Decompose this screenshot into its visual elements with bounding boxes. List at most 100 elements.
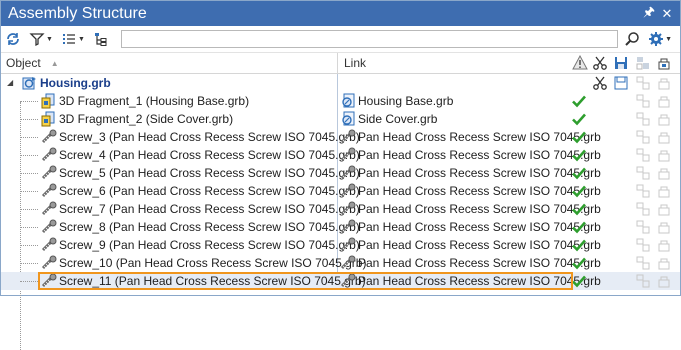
tree-root-item[interactable]: Housing.grb — [22, 75, 111, 91]
tree-row[interactable]: Screw_4 (Pan Head Cross Recess Screw ISO… — [1, 146, 680, 164]
tree-connector-branch — [20, 191, 38, 192]
scissors-icon[interactable] — [592, 55, 608, 71]
column-link-label: Link — [344, 56, 367, 70]
tree-row[interactable]: 3D Fragment_2 (Side Cover.grb) Side Cove… — [1, 110, 680, 128]
screw-icon — [340, 201, 356, 217]
refresh-icon — [7, 33, 19, 45]
object-cell[interactable]: Screw_3 (Pan Head Cross Recess Screw ISO… — [41, 129, 360, 145]
fragment-icon — [41, 93, 57, 109]
object-cell[interactable]: Screw_8 (Pan Head Cross Recess Screw ISO… — [41, 219, 360, 235]
tree-connector-branch — [20, 263, 38, 264]
tree-connector-branch — [20, 119, 38, 120]
tree-connector-branch — [20, 209, 38, 210]
object-label: Screw_10 (Pan Head Cross Recess Screw IS… — [59, 256, 367, 270]
component-lock-icon[interactable] — [656, 273, 672, 292]
link-cell[interactable]: Housing Base.grb — [340, 93, 453, 109]
object-label: Screw_4 (Pan Head Cross Recess Screw ISO… — [59, 148, 360, 162]
link-file-icon — [340, 93, 356, 109]
screw-icon — [41, 237, 57, 253]
link-label: Pan Head Cross Recess Screw ISO 7045.grb — [358, 166, 601, 180]
warning-icon[interactable] — [572, 55, 588, 71]
link-cell[interactable]: Pan Head Cross Recess Screw ISO 7045.grb — [340, 129, 601, 145]
refresh-button[interactable] — [5, 29, 21, 49]
chevron-down-icon: ▼ — [46, 35, 53, 43]
object-cell[interactable]: Screw_10 (Pan Head Cross Recess Screw IS… — [41, 255, 366, 271]
object-label: 3D Fragment_2 (Side Cover.grb) — [59, 112, 234, 126]
tree-connector-branch — [20, 227, 38, 228]
column-header: Object ▲ Link — [1, 53, 680, 74]
pin-icon[interactable]: 🖈 — [640, 3, 658, 25]
fragment-icon — [41, 111, 57, 127]
link-cell[interactable]: Pan Head Cross Recess Screw ISO 7045.grb — [340, 237, 601, 253]
link-cell[interactable]: Pan Head Cross Recess Screw ISO 7045.grb — [340, 255, 601, 271]
tree-row[interactable]: Screw_8 (Pan Head Cross Recess Screw ISO… — [1, 218, 680, 236]
object-label: Screw_7 (Pan Head Cross Recess Screw ISO… — [59, 202, 360, 216]
object-label: Screw_3 (Pan Head Cross Recess Screw ISO… — [59, 130, 360, 144]
link-cell[interactable]: Pan Head Cross Recess Screw ISO 7045.grb — [340, 219, 601, 235]
link-label: Side Cover.grb — [358, 112, 438, 126]
link-file-icon — [340, 111, 356, 127]
link-label: Pan Head Cross Recess Screw ISO 7045.grb — [358, 238, 601, 252]
screw-icon — [41, 201, 57, 217]
link-label: Housing Base.grb — [358, 94, 454, 108]
object-label: Screw_9 (Pan Head Cross Recess Screw ISO… — [59, 238, 360, 252]
object-cell[interactable]: Screw_7 (Pan Head Cross Recess Screw ISO… — [41, 201, 360, 217]
column-object-header[interactable]: Object ▲ — [1, 56, 337, 70]
link-cell[interactable]: Pan Head Cross Recess Screw ISO 7045.grb — [340, 165, 601, 181]
screw-icon — [41, 165, 57, 181]
tree-connector-branch — [20, 173, 38, 174]
assembly-structure-panel: Assembly Structure 🖈 ✕ ▼ ▼ ▼ Object ▲ Li… — [0, 0, 681, 350]
screw-icon — [41, 255, 57, 271]
tree-row[interactable]: Screw_10 (Pan Head Cross Recess Screw IS… — [1, 254, 680, 272]
tree-row-selected[interactable]: Screw_11 (Pan Head Cross Recess Screw IS… — [1, 272, 680, 290]
screw-icon — [340, 129, 356, 145]
object-label: Screw_6 (Pan Head Cross Recess Screw ISO… — [59, 184, 360, 198]
tree-rows: ◢ Housing.grb 3D Fragment_1 (Housing Bas… — [1, 74, 680, 350]
list-options-button[interactable]: ▼ — [61, 29, 85, 49]
component-hidden-icon[interactable] — [635, 55, 651, 71]
object-label: Screw_8 (Pan Head Cross Recess Screw ISO… — [59, 220, 360, 234]
save-icon[interactable] — [613, 55, 629, 71]
tree-row[interactable]: 3D Fragment_1 (Housing Base.grb) Housing… — [1, 92, 680, 110]
screw-icon — [340, 165, 356, 181]
tree-row[interactable]: Screw_9 (Pan Head Cross Recess Screw ISO… — [1, 236, 680, 254]
link-label: Pan Head Cross Recess Screw ISO 7045.grb — [358, 220, 601, 234]
filter-icon — [29, 33, 45, 47]
link-label: Pan Head Cross Recess Screw ISO 7045.grb — [358, 184, 601, 198]
sort-asc-icon: ▲ — [50, 58, 59, 68]
component-hidden-icon[interactable] — [635, 273, 651, 292]
link-cell[interactable]: Pan Head Cross Recess Screw ISO 7045.grb — [340, 201, 601, 217]
tree-row[interactable]: Screw_6 (Pan Head Cross Recess Screw ISO… — [1, 182, 680, 200]
link-cell[interactable]: Side Cover.grb — [340, 111, 437, 127]
tree-view-icon — [94, 33, 107, 46]
tree-row[interactable]: Screw_3 (Pan Head Cross Recess Screw ISO… — [1, 128, 680, 146]
link-label: Pan Head Cross Recess Screw ISO 7045.grb — [358, 148, 601, 162]
toolbar: ▼ ▼ ▼ — [1, 26, 680, 53]
screw-icon — [41, 147, 57, 163]
object-cell[interactable]: Screw_5 (Pan Head Cross Recess Screw ISO… — [41, 165, 360, 181]
search-button[interactable] — [624, 29, 640, 49]
object-cell[interactable]: Screw_9 (Pan Head Cross Recess Screw ISO… — [41, 237, 360, 253]
tree-root-row[interactable]: ◢ Housing.grb — [1, 74, 680, 92]
filter-button[interactable]: ▼ — [29, 29, 53, 49]
object-cell[interactable]: Screw_4 (Pan Head Cross Recess Screw ISO… — [41, 147, 360, 163]
tree-row[interactable]: Screw_7 (Pan Head Cross Recess Screw ISO… — [1, 200, 680, 218]
tree-row[interactable]: Screw_5 (Pan Head Cross Recess Screw ISO… — [1, 164, 680, 182]
tree-view-button[interactable] — [93, 29, 109, 49]
settings-button[interactable]: ▼ — [648, 29, 672, 49]
link-cell[interactable]: Pan Head Cross Recess Screw ISO 7045.grb — [340, 147, 601, 163]
search-input[interactable] — [120, 30, 619, 48]
tree-connector-branch — [20, 245, 38, 246]
object-cell[interactable]: 3D Fragment_1 (Housing Base.grb) — [41, 93, 249, 109]
tree-connector-branch — [20, 137, 38, 138]
screw-icon — [340, 183, 356, 199]
object-cell[interactable]: 3D Fragment_2 (Side Cover.grb) — [41, 111, 233, 127]
column-object-label: Object — [6, 56, 41, 70]
close-icon[interactable]: ✕ — [658, 6, 676, 22]
tree-connector-branch — [20, 155, 38, 156]
object-cell[interactable]: Screw_6 (Pan Head Cross Recess Screw ISO… — [41, 183, 360, 199]
component-lock-icon[interactable] — [656, 55, 672, 71]
search-icon — [625, 32, 639, 46]
collapse-triangle-icon[interactable]: ◢ — [7, 78, 13, 87]
link-cell[interactable]: Pan Head Cross Recess Screw ISO 7045.grb — [340, 183, 601, 199]
